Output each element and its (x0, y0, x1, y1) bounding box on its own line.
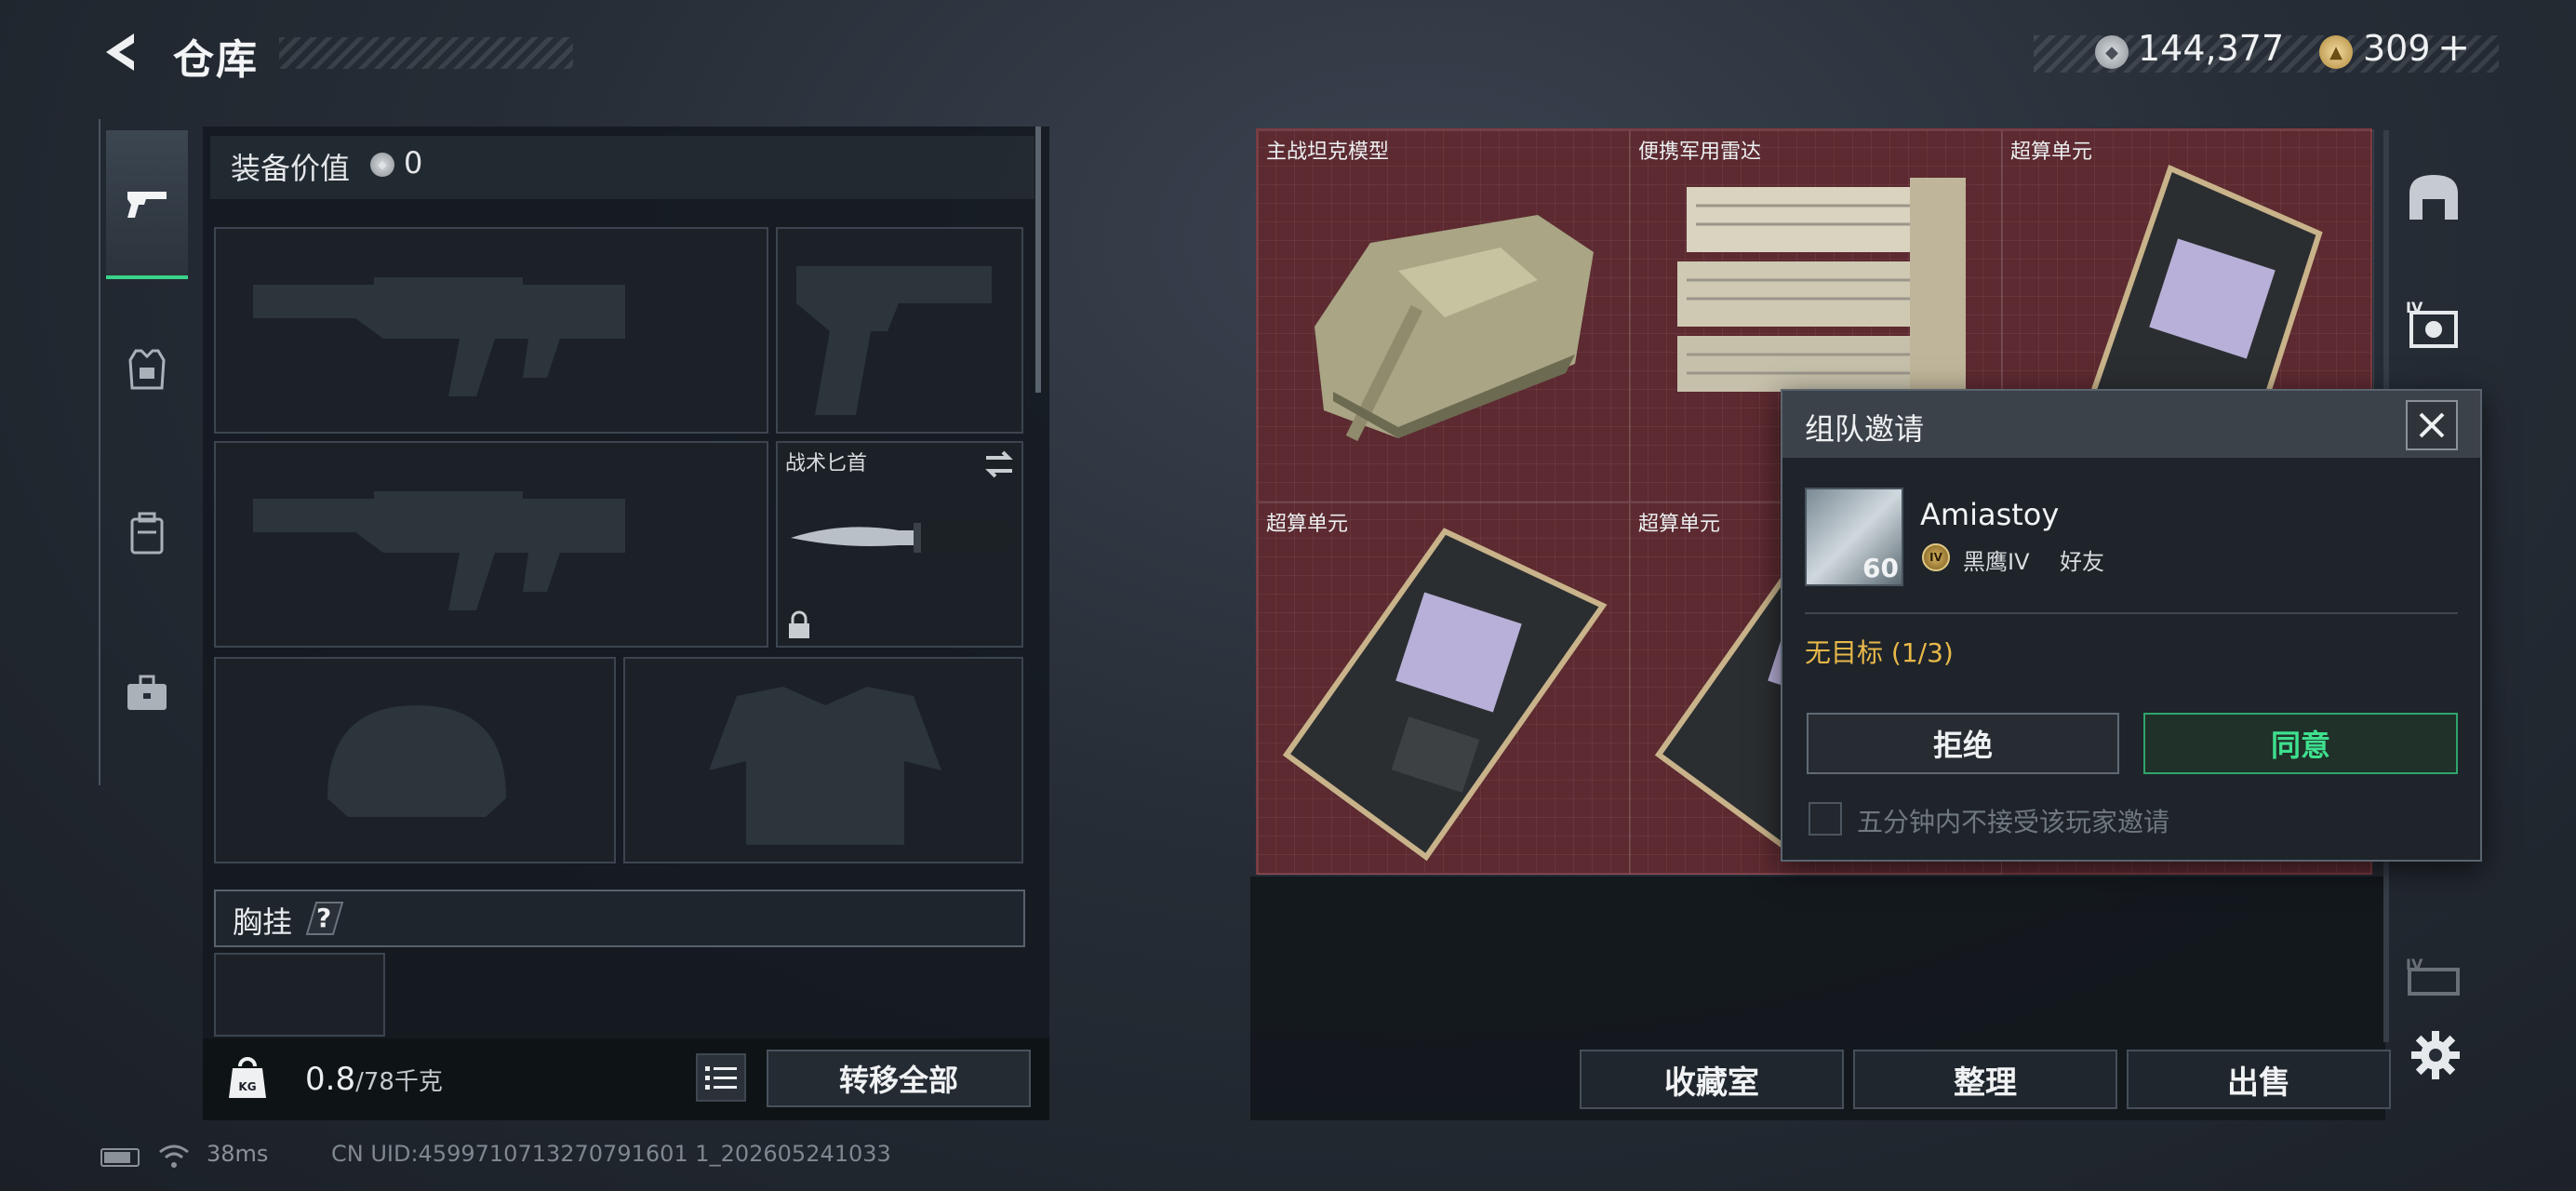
silver-coin-icon: ◆ (2095, 35, 2129, 69)
lock-icon (789, 610, 809, 638)
sell-button[interactable]: 出售 (2127, 1050, 2391, 1109)
crate-icon: IV (2406, 957, 2460, 996)
page-title: 仓库 (173, 36, 259, 84)
knife-label: 战术匕首 (785, 452, 868, 475)
rank-badge-icon: IV (1922, 543, 1950, 571)
close-icon (2419, 412, 2445, 438)
weight-max: /78千克 (355, 1068, 443, 1096)
weight-current: 0.8 (305, 1061, 356, 1098)
pistol-silhouette-icon (796, 266, 992, 415)
tab-storage-1[interactable] (2396, 160, 2471, 234)
wifi-icon (159, 1144, 189, 1168)
help-mark: ? (316, 903, 332, 933)
equipment-value-label: 装备价值 (231, 151, 351, 186)
silver-amount: 144,377 (2138, 28, 2285, 69)
tab-backpack[interactable] (106, 491, 188, 575)
tier-badge: IV (2406, 957, 2423, 973)
tank-model-image (1315, 215, 1594, 442)
reject-button[interactable]: 拒绝 (1807, 713, 2119, 774)
mute-invite-label: 五分钟内不接受该玩家邀请 (1857, 807, 2170, 837)
briefcase-icon (127, 675, 167, 710)
tab-case[interactable] (106, 651, 188, 735)
player-level: 60 (1862, 553, 1899, 583)
tab-storage-4[interactable]: IV (2396, 940, 2471, 1014)
title-decoration (279, 37, 573, 69)
weight-icon: KG (229, 1057, 266, 1098)
close-button[interactable] (2406, 400, 2458, 450)
equipment-value: 0 (404, 145, 423, 181)
tab-storage-2[interactable]: IV (2396, 288, 2471, 363)
vest-icon (128, 349, 166, 390)
tab-armor[interactable] (106, 328, 188, 411)
list-icon (705, 1066, 737, 1090)
help-icon[interactable]: ? (305, 901, 344, 936)
rifle-silhouette-icon (253, 491, 625, 610)
gear-icon[interactable] (2409, 1029, 2462, 1081)
storage-item-tank-model[interactable]: 主战坦克模型 (1258, 130, 1630, 502)
tier-badge: IV (2406, 300, 2423, 316)
slot-helmet[interactable] (214, 657, 616, 863)
ping-readout: 38ms (207, 1141, 269, 1167)
slot-pistol[interactable] (776, 227, 1023, 434)
transfer-all-button[interactable]: 转移全部 (767, 1050, 1031, 1107)
player-relation: 好友 (2060, 549, 2104, 575)
back-arrow-icon[interactable] (97, 28, 145, 76)
equipment-scrollbar[interactable] (1035, 127, 1041, 393)
dialog-title: 组队邀请 (1805, 411, 1925, 447)
target-status: 无目标 (1/3) (1805, 637, 1954, 668)
user-uid: CN UID:4599710713270791601 1_20260524103… (331, 1141, 891, 1167)
tab-weapons[interactable] (106, 130, 188, 279)
slot-chest-rig[interactable] (214, 953, 385, 1037)
value-coin-icon: ◆ (370, 153, 394, 177)
chip-board-image (1282, 528, 1608, 862)
pistol-icon (127, 192, 167, 218)
organize-button[interactable]: 整理 (1853, 1050, 2117, 1109)
swap-icon[interactable] (981, 448, 1018, 480)
gold-coin-icon: ▲ (2319, 35, 2353, 69)
slot-body-armor[interactable] (623, 657, 1023, 863)
player-rank: 黑鹰IV (1963, 549, 2030, 575)
backpack-icon (130, 512, 164, 555)
gold-amount: 309 (2363, 28, 2431, 69)
rifle-silhouette-icon (253, 277, 625, 396)
mute-invite-checkbox[interactable] (1809, 802, 1842, 836)
collection-room-button[interactable]: 收藏室 (1580, 1050, 1844, 1109)
add-currency-button[interactable]: + (2437, 24, 2470, 70)
vest-silhouette-icon (709, 687, 941, 845)
vault-icon (2409, 175, 2458, 220)
divider (1805, 612, 2458, 614)
player-name: Amiastoy (1920, 497, 2060, 532)
slot-secondary-weapon[interactable] (214, 441, 768, 648)
battery-level (104, 1152, 130, 1163)
accept-button[interactable]: 同意 (2143, 713, 2458, 774)
storage-item-supercomputer[interactable]: 超算单元 (1258, 502, 1630, 875)
weight-readout: 0.8/78千克 (305, 1061, 443, 1098)
chest-rig-label: 胸挂 (233, 904, 293, 940)
helmet-silhouette-icon (327, 705, 506, 817)
tactical-knife-image (791, 523, 1010, 553)
svg-text:KG: KG (238, 1080, 256, 1093)
team-invite-dialog (1781, 389, 2482, 862)
slot-primary-weapon[interactable] (214, 227, 768, 434)
list-view-button[interactable] (696, 1053, 746, 1102)
safe-icon: IV (2406, 300, 2458, 348)
